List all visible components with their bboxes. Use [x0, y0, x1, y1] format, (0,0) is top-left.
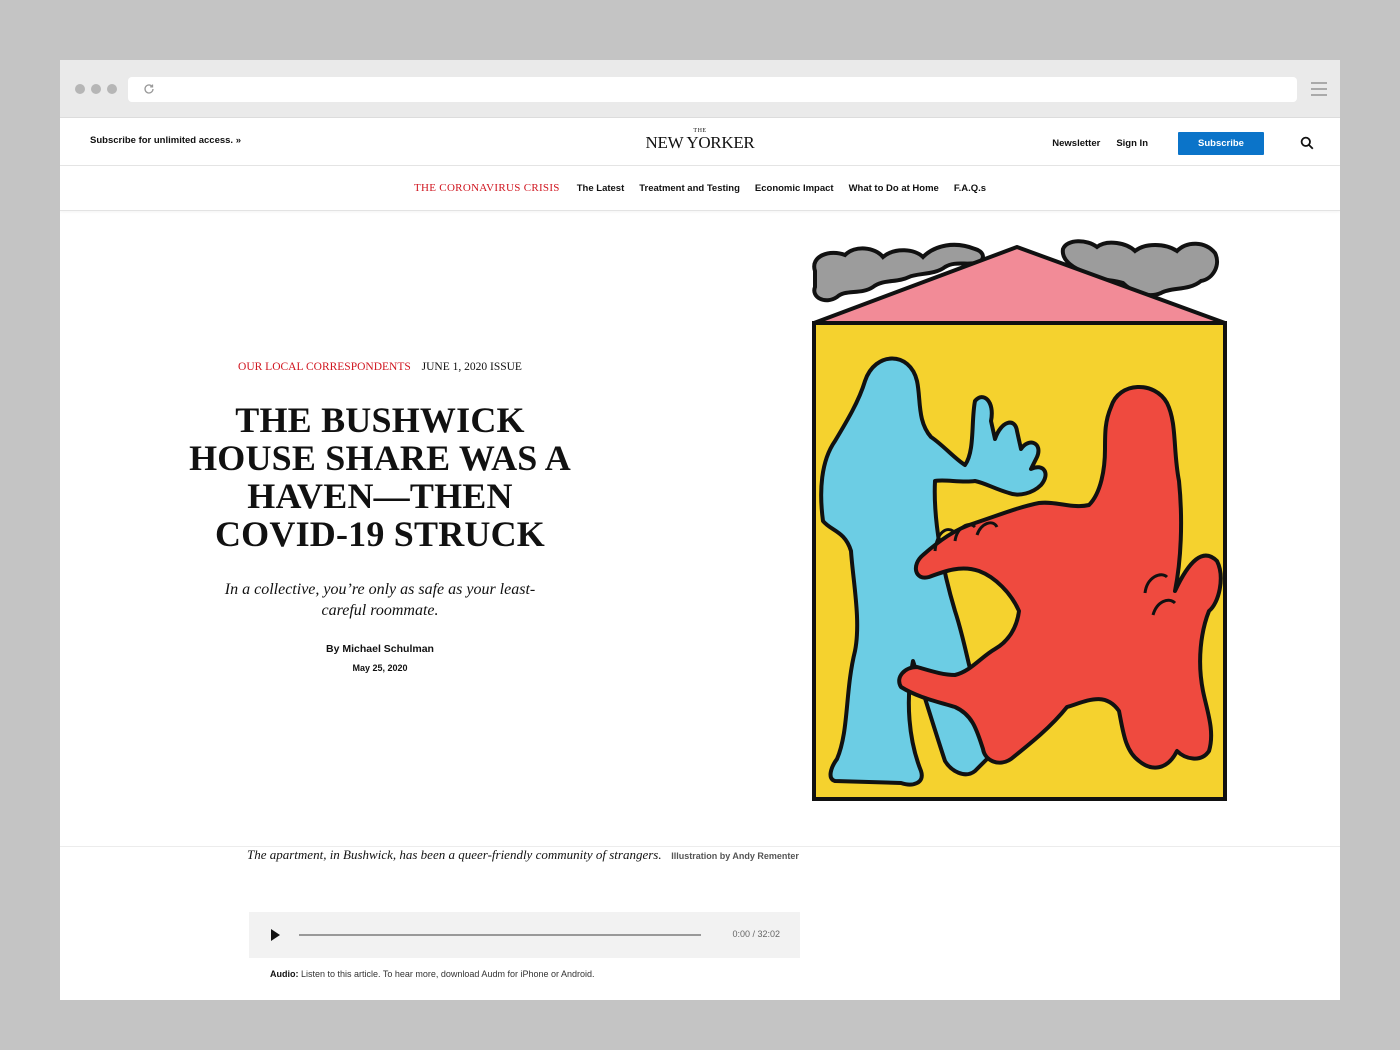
subscribe-promo-link[interactable]: Subscribe for unlimited access. » — [90, 135, 241, 146]
sign-in-link[interactable]: Sign In — [1116, 138, 1148, 149]
audio-time: 0:00 / 32:02 — [732, 929, 780, 939]
hero-text: Our Local Correspondents June 1, 2020 Is… — [180, 361, 580, 673]
illustration-credit: Illustration by Andy Rementer — [671, 851, 799, 861]
window-controls[interactable] — [75, 84, 117, 94]
header-actions: Newsletter Sign In Subscribe — [1052, 132, 1264, 155]
rubric-link[interactable]: Our Local Correspondents — [238, 361, 411, 373]
audio-note-text: Listen to this article. To hear more, do… — [298, 969, 595, 979]
browser-window: Subscribe for unlimited access. » THE NE… — [60, 60, 1340, 1000]
new-yorker-logo[interactable]: THE NEW YORKER — [646, 128, 755, 153]
site-header: Subscribe for unlimited access. » THE NE… — [60, 118, 1340, 166]
window-dot[interactable] — [107, 84, 117, 94]
reload-icon[interactable] — [142, 82, 156, 96]
audio-player: 0:00 / 32:02 — [249, 912, 800, 958]
audio-note-label: Audio: — [270, 969, 299, 979]
section-nav-item-economic[interactable]: Economic Impact — [755, 183, 834, 194]
section-nav-item-faqs[interactable]: F.A.Q.s — [954, 183, 986, 194]
browser-chrome — [60, 60, 1340, 118]
address-bar[interactable] — [128, 77, 1297, 102]
section-nav: The Coronavirus Crisis The Latest Treatm… — [60, 166, 1340, 211]
search-icon[interactable] — [1300, 136, 1314, 150]
hero-illustration — [812, 239, 1227, 801]
section-nav-item-home[interactable]: What to Do at Home — [849, 183, 939, 194]
article-kicker: Our Local Correspondents June 1, 2020 Is… — [180, 361, 580, 373]
headline: The Bushwick House Share Was a Haven—The… — [189, 400, 571, 554]
image-caption: The apartment, in Bushwick, has been a q… — [247, 847, 799, 863]
subscribe-button[interactable]: Subscribe — [1178, 132, 1264, 155]
section-nav-item-latest[interactable]: The Latest — [577, 183, 625, 194]
audio-note: Audio: Listen to this article. To hear m… — [270, 969, 595, 979]
window-dot[interactable] — [75, 84, 85, 94]
window-dot[interactable] — [91, 84, 101, 94]
caption-text: The apartment, in Bushwick, has been a q… — [247, 847, 662, 862]
section-nav-item-treatment[interactable]: Treatment and Testing — [639, 183, 740, 194]
audio-progress-track[interactable] — [299, 934, 701, 936]
article-dek: In a collective, you’re only as safe as … — [224, 581, 536, 619]
newsletter-link[interactable]: Newsletter — [1052, 138, 1100, 149]
logo-wordmark: NEW YORKER — [645, 133, 755, 152]
browser-menu-icon[interactable] — [1311, 82, 1327, 96]
article-hero: Our Local Correspondents June 1, 2020 Is… — [60, 211, 1340, 847]
section-nav-title[interactable]: The Coronavirus Crisis — [414, 182, 560, 194]
play-icon[interactable] — [271, 929, 280, 941]
issue-link[interactable]: June 1, 2020 Issue — [422, 361, 522, 373]
byline[interactable]: By Michael Schulman — [180, 643, 580, 655]
publish-date: May 25, 2020 — [352, 663, 408, 673]
